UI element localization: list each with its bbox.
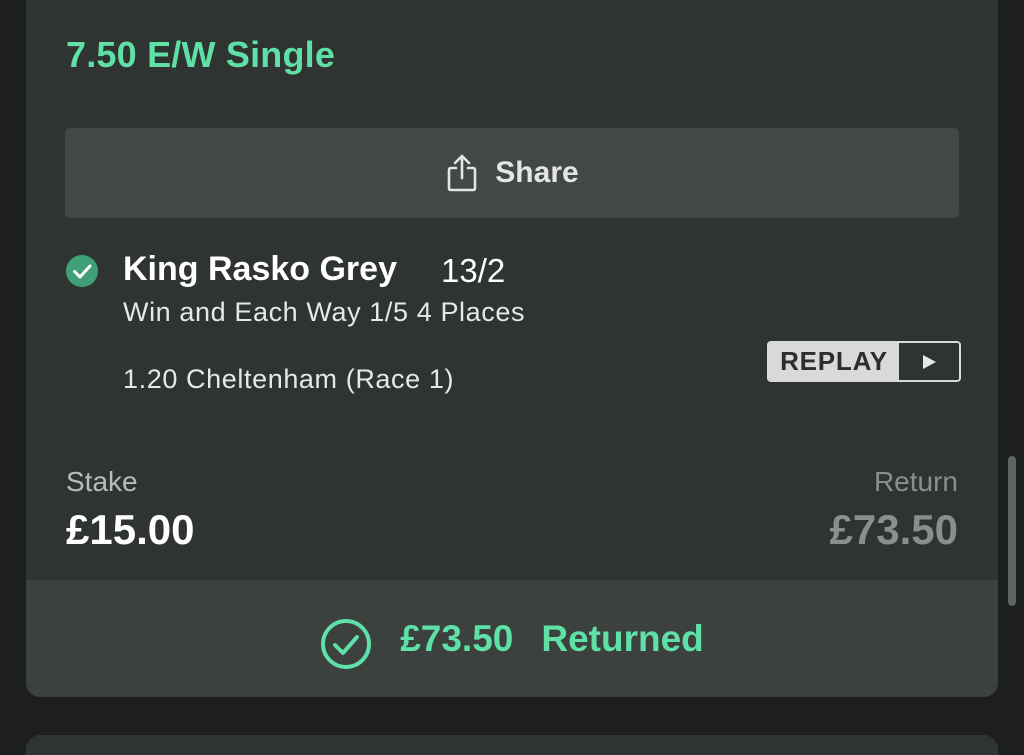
bet-history-page: 7.50 E/W Single Share King Rasko Grey 13… [0, 0, 1024, 755]
replay-label: REPLAY [769, 343, 899, 380]
next-bet-card [26, 735, 998, 755]
market-description: Win and Each Way 1/5 4 Places [123, 297, 526, 327]
return-value: £73.50 [829, 506, 958, 553]
returned-banner: £73.50 Returned [26, 580, 998, 697]
stake-label: Stake [66, 466, 138, 497]
scrollbar[interactable] [1008, 456, 1016, 606]
bet-card: 7.50 E/W Single Share King Rasko Grey 13… [26, 0, 998, 697]
return-label: Return [873, 466, 958, 497]
share-icon [445, 153, 479, 193]
check-circle-icon [65, 254, 99, 288]
event-name: 1.20 Cheltenham (Race 1) [123, 364, 455, 394]
bet-title: 7.50 E/W Single [66, 34, 336, 75]
share-label: Share [495, 156, 579, 189]
stake-value: £15.00 [66, 506, 195, 553]
replay-button[interactable]: REPLAY [767, 341, 961, 382]
play-icon [899, 343, 959, 380]
returned-label: Returned [541, 617, 704, 659]
returned-amount: £73.50 [400, 617, 514, 659]
selection-odds: 13/2 [441, 252, 506, 289]
share-button[interactable]: Share [65, 128, 959, 218]
selection-name: King Rasko Grey [123, 250, 397, 288]
check-circle-outline-icon [320, 618, 372, 670]
